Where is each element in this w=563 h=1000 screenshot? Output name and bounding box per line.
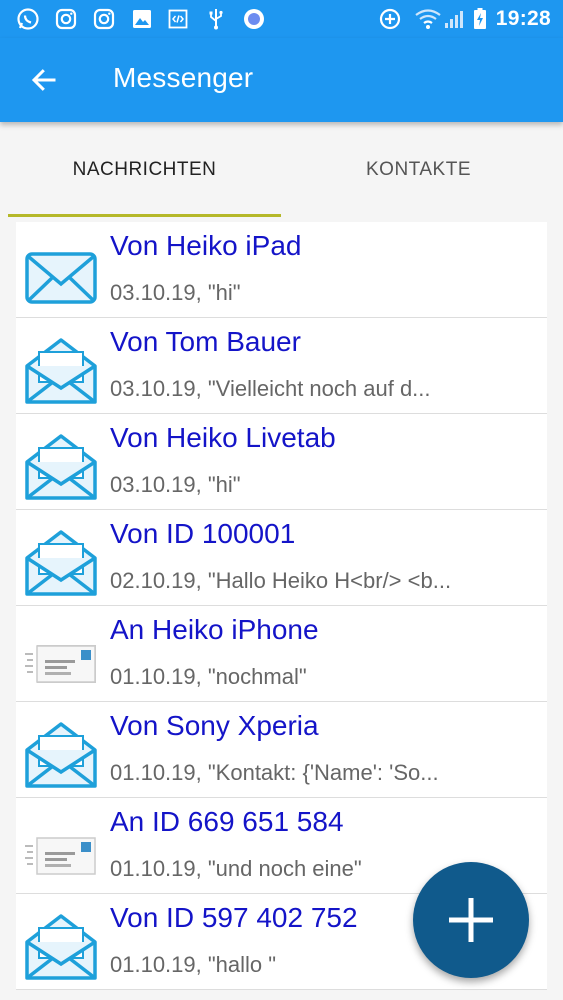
message-title: Von Sony Xperia	[110, 710, 319, 741]
battery-charging-icon	[474, 8, 486, 29]
envelope-open-icon	[25, 338, 97, 404]
message-item[interactable]: Von Heiko iPad 03.10.19, "hi"	[16, 222, 547, 318]
new-message-button[interactable]	[413, 862, 529, 978]
arrow-back-icon	[31, 69, 56, 91]
usb-icon	[209, 9, 223, 30]
code-icon	[168, 9, 188, 29]
message-preview: 02.10.19, "Hallo Heiko H<br/> <b...	[110, 568, 452, 593]
instagram-icon	[55, 8, 77, 30]
whatsapp-icon	[17, 8, 39, 30]
plus-icon	[449, 898, 493, 942]
message-preview: 03.10.19, "hi"	[110, 472, 241, 497]
back-button[interactable]	[22, 58, 66, 102]
message-preview: 03.10.19, "Vielleicht noch auf d...	[110, 376, 431, 401]
message-preview: 01.10.19, "Kontakt: {'Name': 'So...	[110, 760, 439, 785]
message-title: Von ID 100001	[110, 518, 296, 549]
message-title: Von Tom Bauer	[110, 326, 301, 357]
circle-icon	[244, 9, 264, 29]
status-bar: 19:28	[0, 0, 563, 38]
envelope-closed-icon	[25, 252, 97, 304]
sent-letter-icon	[25, 645, 96, 683]
envelope-open-icon	[25, 434, 97, 500]
sent-letter-icon	[25, 837, 96, 875]
tab-indicator	[8, 214, 281, 217]
tab-kontakte[interactable]: KONTAKTE	[282, 122, 555, 218]
message-item[interactable]: Von Sony Xperia 01.10.19, "Kontakt: {'Na…	[16, 702, 547, 798]
message-item[interactable]: Von Heiko Livetab 03.10.19, "hi"	[16, 414, 547, 510]
app-bar: Messenger	[0, 38, 563, 122]
instagram-icon	[93, 8, 115, 30]
envelope-open-icon	[25, 722, 97, 788]
message-item[interactable]: An Heiko iPhone 01.10.19, "nochmal"	[16, 606, 547, 702]
status-time: 19:28	[495, 7, 551, 30]
message-preview: 01.10.19, "nochmal"	[110, 664, 307, 689]
message-title: An ID 669 651 584	[110, 806, 344, 837]
message-preview: 03.10.19, "hi"	[110, 280, 241, 305]
message-title: Von Heiko iPad	[110, 230, 302, 261]
message-preview: 01.10.19, "und noch eine"	[110, 856, 362, 881]
envelope-open-icon	[25, 530, 97, 596]
message-title: Von ID 597 402 752	[110, 902, 358, 933]
message-title: Von Heiko Livetab	[110, 422, 336, 453]
message-item[interactable]: Von ID 100001 02.10.19, "Hallo Heiko H<b…	[16, 510, 547, 606]
data-saver-icon	[379, 8, 401, 30]
image-icon	[133, 10, 151, 28]
tab-nachrichten[interactable]: NACHRICHTEN	[8, 122, 281, 218]
message-preview: 01.10.19, "hallo "	[110, 952, 277, 977]
app-title: Messenger	[113, 62, 254, 93]
message-title: An Heiko iPhone	[110, 614, 319, 645]
tab-bar: NACHRICHTEN KONTAKTE	[0, 122, 563, 218]
message-item[interactable]: Von Tom Bauer 03.10.19, "Vielleicht noch…	[16, 318, 547, 414]
wifi-icon	[415, 9, 441, 29]
envelope-open-icon	[25, 914, 97, 980]
signal-icon	[445, 11, 463, 28]
